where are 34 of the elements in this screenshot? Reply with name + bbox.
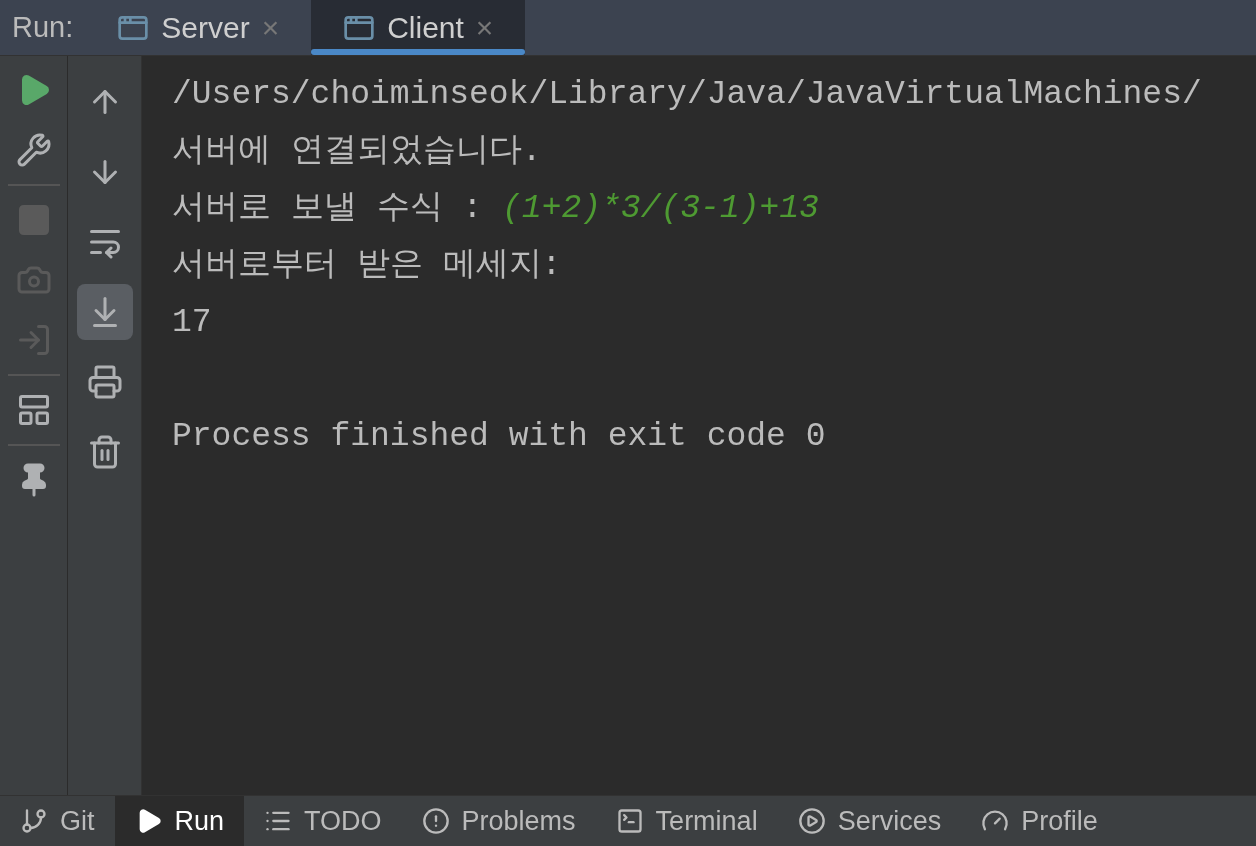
tab-label: Services bbox=[837, 804, 942, 838]
console-line: /Users/choiminseok/Library/Java/JavaVirtualMachines/ bbox=[172, 74, 1202, 115]
wrench-icon[interactable] bbox=[15, 132, 52, 168]
tool-window-tab[interactable]: Profile bbox=[961, 796, 1118, 846]
tool-window-tab[interactable]: Git bbox=[0, 796, 115, 846]
tab-label: Server bbox=[161, 10, 250, 46]
tab-label: TODO bbox=[304, 804, 382, 838]
tab-label: Run bbox=[174, 804, 225, 838]
branch-icon bbox=[20, 807, 48, 835]
run-label: Run: bbox=[11, 9, 75, 45]
tool-window-tab[interactable]: Problems bbox=[401, 796, 596, 846]
services-icon bbox=[797, 807, 826, 835]
close-icon[interactable]: × bbox=[475, 5, 494, 50]
tab-label: Git bbox=[60, 804, 95, 838]
console-line: Process finished with exit code 0 bbox=[172, 416, 826, 457]
toolbar-button[interactable] bbox=[76, 284, 133, 340]
print-icon bbox=[86, 364, 123, 400]
console-line: 서버로 보낼 수식 : bbox=[172, 188, 484, 229]
typed-expression-text: (1+2)*3/(3-1)+13 bbox=[502, 188, 819, 229]
console-line: 서버로부터 받은 메세지: bbox=[172, 245, 562, 286]
tab-label: Profile bbox=[1021, 804, 1098, 838]
tab-label: Terminal bbox=[655, 804, 758, 838]
console-line: 17 bbox=[172, 302, 212, 343]
tool-window-tab[interactable]: Terminal bbox=[595, 796, 778, 846]
terminal-icon bbox=[615, 807, 644, 835]
run-tab[interactable]: Client × bbox=[311, 0, 526, 55]
alert-icon bbox=[421, 807, 450, 835]
tab-label: Client bbox=[387, 10, 464, 46]
tool-window-tab[interactable]: Run bbox=[114, 796, 245, 846]
run-tab[interactable]: Server × bbox=[85, 0, 312, 55]
console-line: 서버에 연결되었습니다. bbox=[172, 131, 542, 172]
tab-label: Problems bbox=[461, 804, 576, 838]
tool-window-tab[interactable]: TODO bbox=[244, 796, 402, 846]
tool-window-tab[interactable]: Services bbox=[777, 796, 962, 846]
